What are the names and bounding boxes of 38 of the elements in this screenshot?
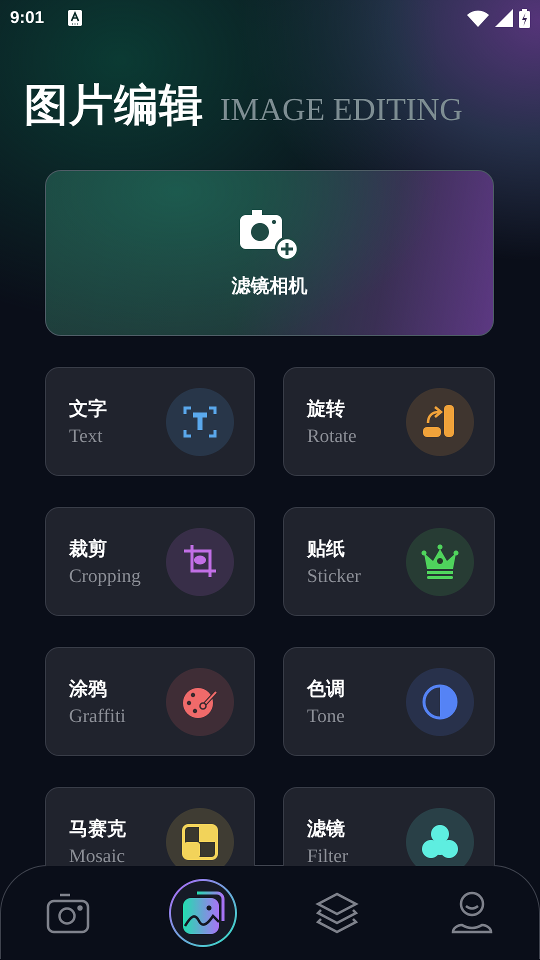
tool-card[interactable]: 贴纸 Sticker [283,507,495,616]
keyboard-notification-icon [68,10,82,26]
profile-icon [450,890,494,934]
tool-title: 色调 [307,676,345,702]
wifi-icon [467,10,489,26]
tool-title: 马赛克 [69,816,126,842]
signal-icon [495,9,513,27]
tool-card[interactable]: 马赛克 Mosaic [45,787,255,866]
gallery-icon [180,890,225,934]
status-time: 9:01 [10,8,44,28]
page-subtitle: IMAGE EDITING [220,91,463,128]
hero-label: 滤镜相机 [232,274,308,299]
tool-card[interactable]: 滤镜 Filter [283,787,495,866]
tool-subtitle: Sticker [307,566,361,588]
tool-subtitle: Mosaic [69,846,126,866]
tool-card[interactable]: 旋转 Rotate [283,367,495,476]
page-title: 图片编辑 [24,79,204,133]
tool-subtitle: Graffiti [69,706,126,728]
tool-card[interactable]: 色调 Tone [283,647,495,756]
tool-subtitle: Tone [307,706,345,728]
tool-subtitle: Filter [307,846,348,866]
filter-camera-card[interactable]: 滤镜相机 [45,170,494,336]
camera-icon [46,892,90,934]
tool-title: 涂鸦 [69,676,108,702]
tool-subtitle: Text [69,426,104,448]
tool-subtitle: Cropping [69,566,141,588]
tool-title: 裁剪 [69,536,108,562]
tool-card[interactable]: 文字 Text [45,367,255,476]
layers-icon [315,892,360,934]
tool-title: 旋转 [307,396,346,422]
tool-subtitle: Rotate [307,426,357,448]
battery-icon [519,8,530,28]
tool-card[interactable]: 裁剪 Cropping [45,507,255,616]
camera-add-icon [240,207,300,261]
tool-title: 贴纸 [307,536,346,562]
tool-card[interactable]: 涂鸦 Graffiti [45,647,255,756]
tool-title: 滤镜 [307,816,346,842]
tool-title: 文字 [69,396,107,422]
